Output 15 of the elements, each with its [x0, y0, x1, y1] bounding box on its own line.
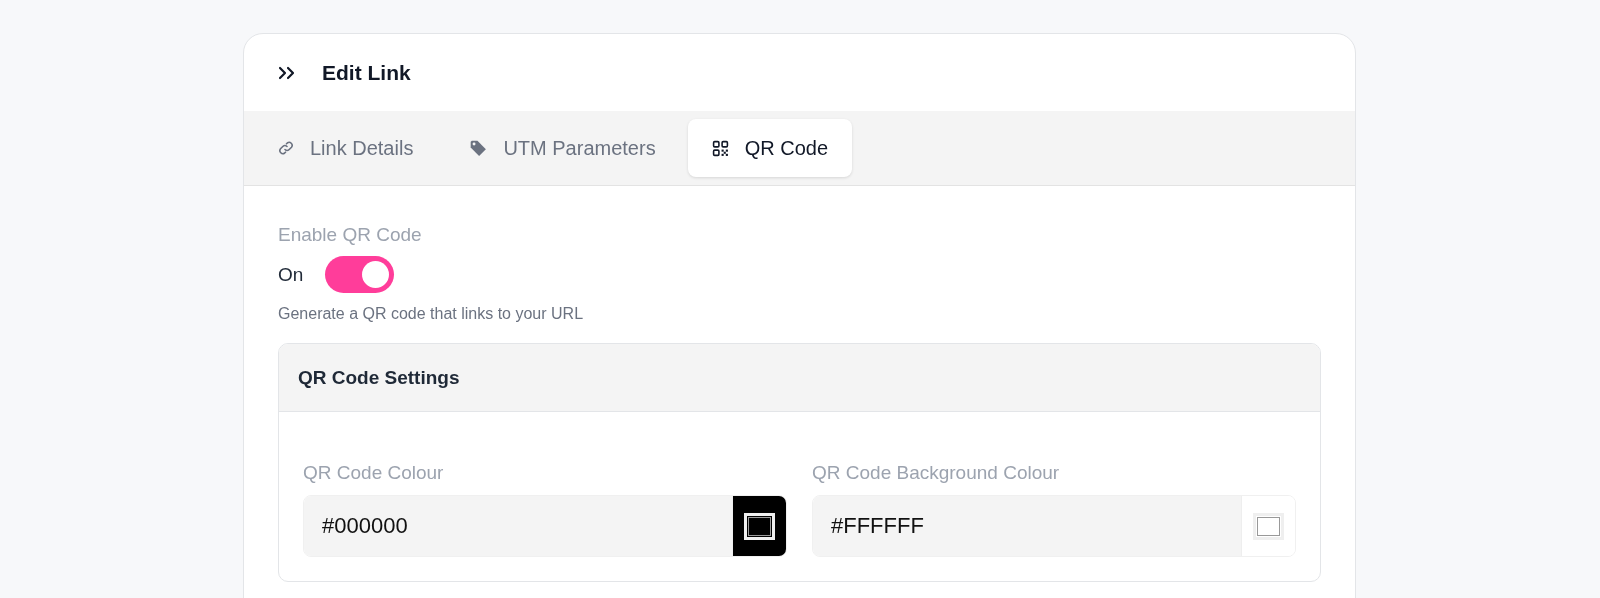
- tag-icon: [469, 139, 488, 157]
- help-text: Generate a QR code that links to your URL: [278, 305, 585, 323]
- field-label: QR Code Background Colour: [812, 462, 1061, 484]
- toggle-switch[interactable]: [325, 256, 395, 293]
- section-title: QR Code Settings: [298, 366, 460, 389]
- link-icon: [278, 140, 294, 156]
- toggle-state-text: On: [278, 263, 304, 286]
- qr-code-icon: [711, 139, 729, 157]
- field-label: Enable QR Code: [278, 224, 423, 246]
- tab[interactable]: UTM Parameters: [445, 119, 680, 177]
- tab[interactable]: Link Details: [254, 119, 438, 177]
- double-chevron-icon[interactable]: [277, 64, 297, 81]
- field-label: QR Code Colour: [303, 462, 445, 484]
- panel-title: Edit Link: [322, 60, 411, 85]
- tab[interactable]: QR Code: [687, 119, 852, 177]
